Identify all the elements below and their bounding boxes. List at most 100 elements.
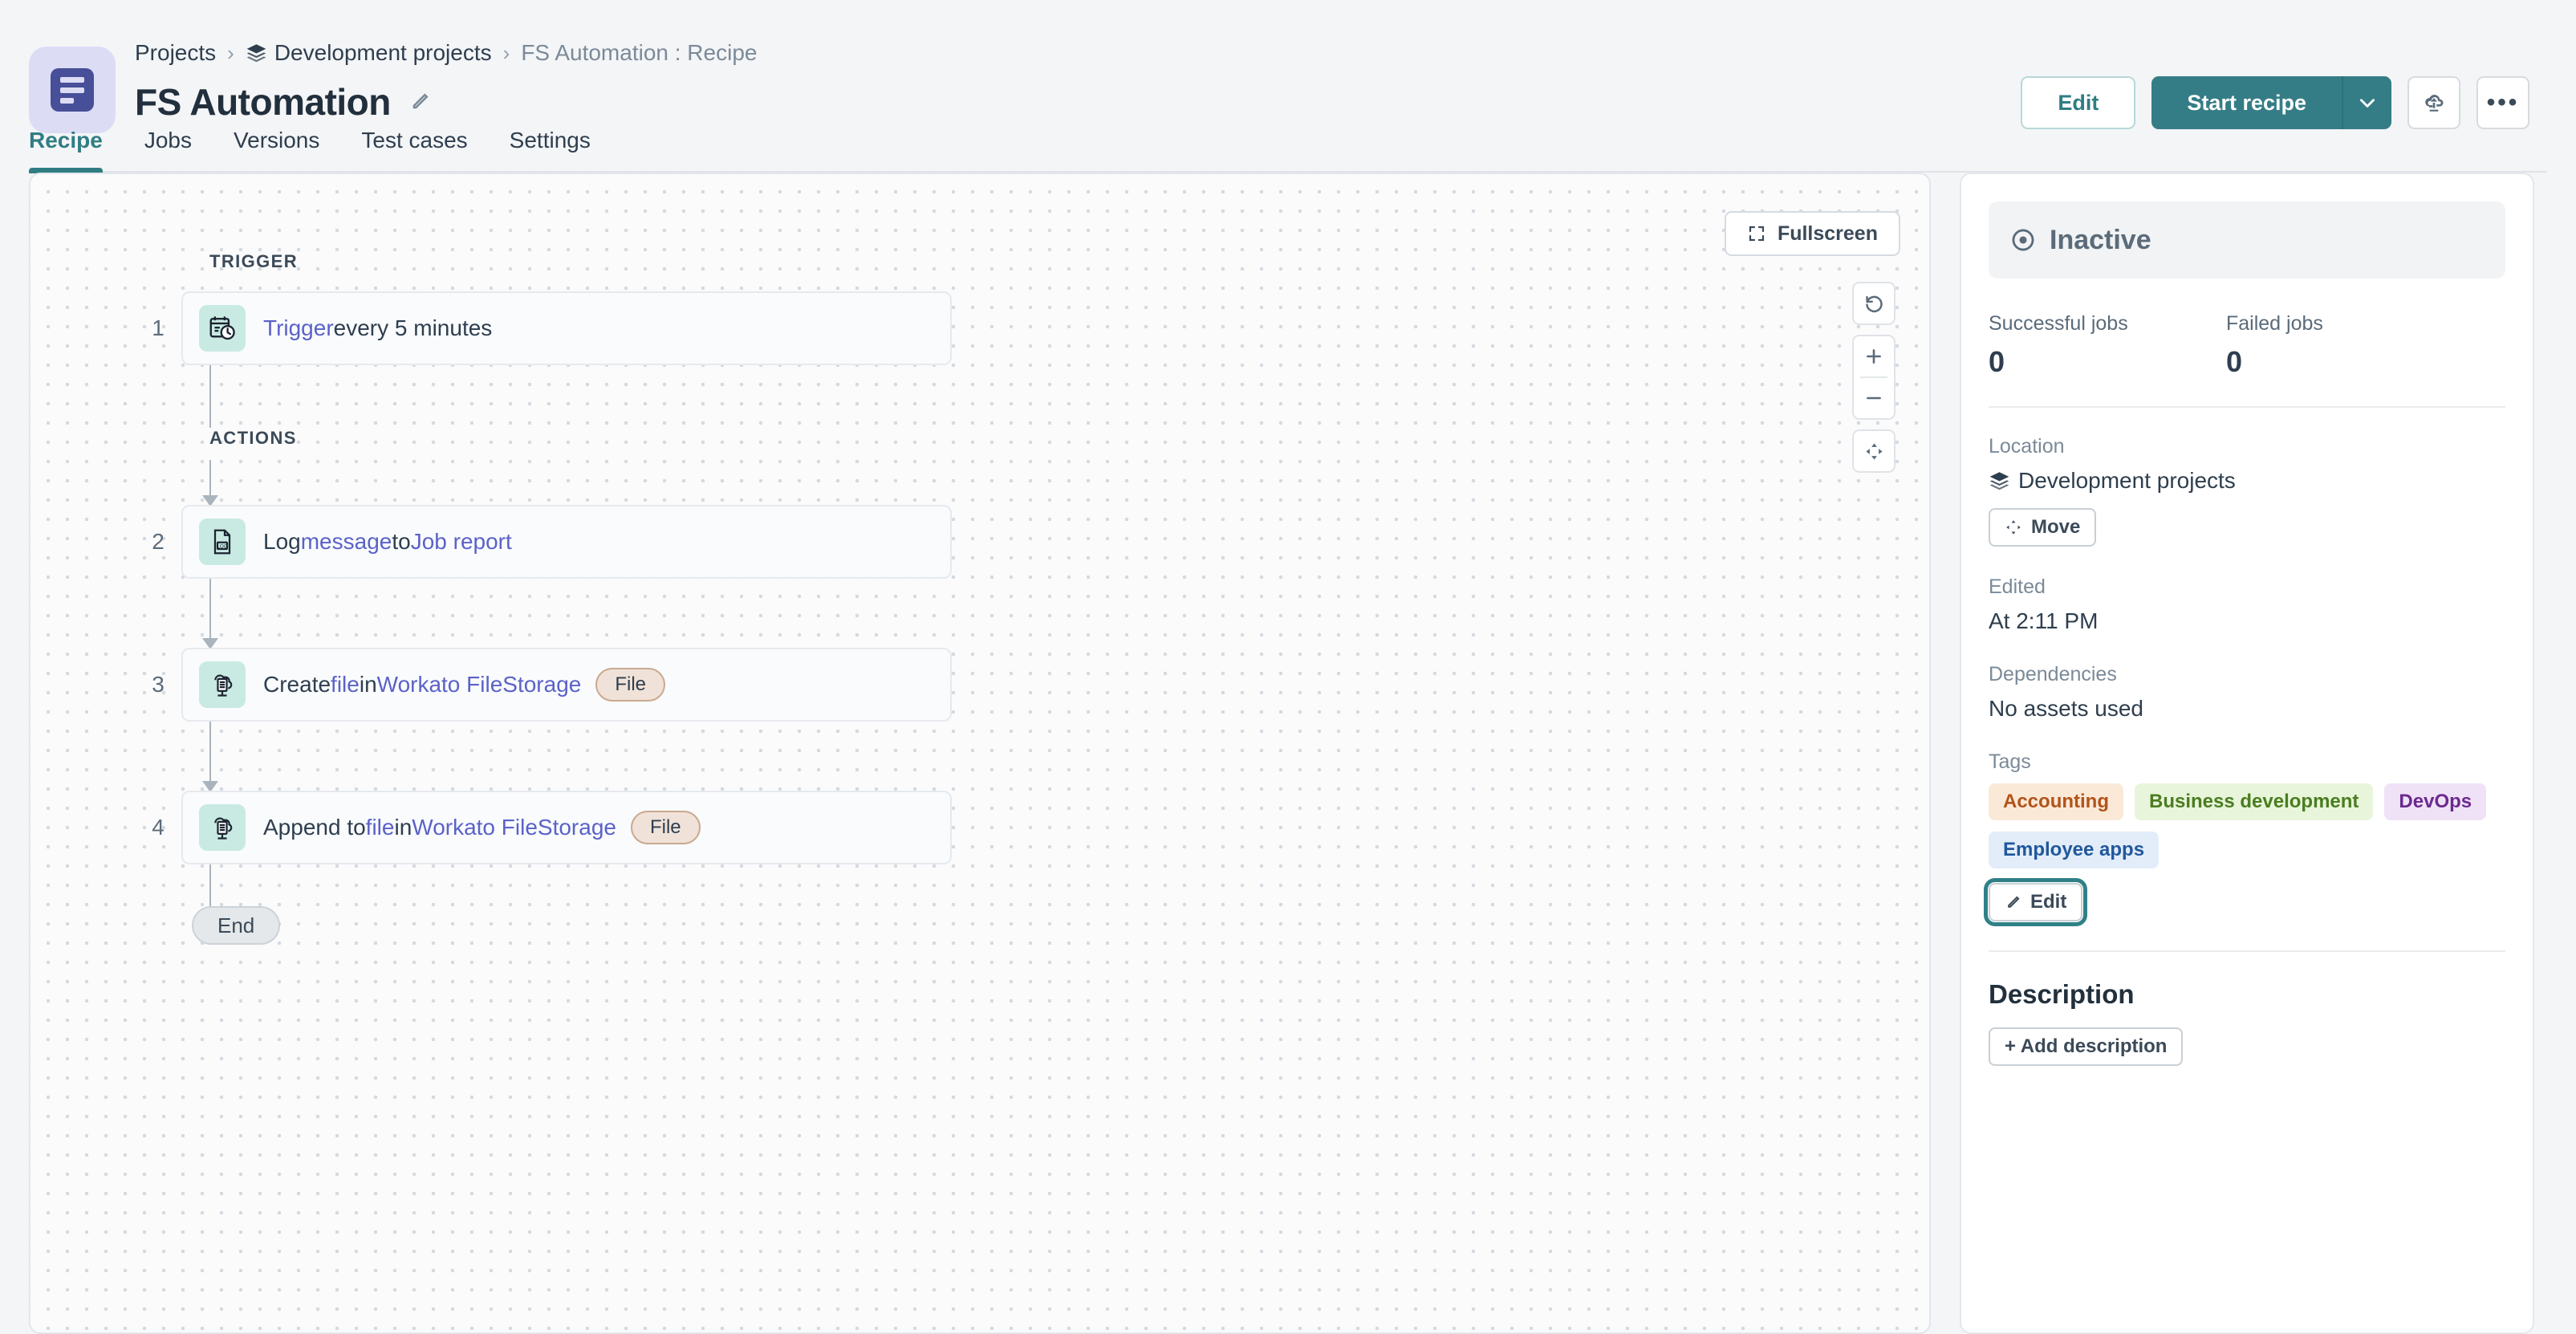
- status-circle-icon: [2012, 229, 2034, 251]
- step-card[interactable]: LOG Log message to Job report: [181, 505, 952, 579]
- field-label: Edited: [1989, 575, 2046, 598]
- canvas-controls: [1852, 282, 1895, 473]
- breadcrumb-label: Development projects: [274, 40, 492, 65]
- breadcrumb-separator: ›: [227, 40, 234, 65]
- recipe-details-panel: Inactive Successful jobs 0 Failed jobs 0…: [1960, 173, 2534, 1334]
- step-text-part[interactable]: Workato FileStorage: [412, 815, 616, 840]
- tab-jobs[interactable]: Jobs: [124, 128, 213, 171]
- reset-view-button[interactable]: [1852, 282, 1895, 325]
- status-badge: File: [630, 811, 701, 844]
- reset-icon[interactable]: [1852, 283, 1895, 323]
- field-value[interactable]: Development projects: [1989, 468, 2505, 494]
- step-text: Create file in Workato FileStorage File: [263, 668, 666, 702]
- layers-icon: [1989, 471, 2009, 490]
- filestorage-icon: [199, 804, 246, 851]
- move-label: Move: [2031, 516, 2081, 538]
- tab-label: Jobs: [144, 128, 192, 153]
- step-text-part[interactable]: Workato FileStorage: [377, 672, 582, 698]
- fit-view-button[interactable]: [1852, 429, 1895, 473]
- divider: [1989, 950, 2505, 952]
- step-text-part[interactable]: Job report: [411, 529, 512, 555]
- tab-label: Recipe: [29, 128, 103, 153]
- dependencies-field: Dependencies No assets used: [1989, 663, 2505, 722]
- end-node[interactable]: End: [192, 906, 281, 945]
- step-text: Trigger every 5 minutes: [263, 315, 492, 341]
- step-card[interactable]: Append to file in Workato FileStorage Fi…: [181, 791, 952, 864]
- step-text-part: every 5 minutes: [333, 315, 493, 340]
- start-recipe-button[interactable]: Start recipe: [2151, 76, 2342, 129]
- step-text-part: Log: [263, 529, 301, 554]
- step-card[interactable]: Trigger every 5 minutes: [181, 291, 952, 365]
- step-number: 4: [152, 815, 165, 840]
- tab-label: Settings: [509, 128, 591, 153]
- step-text-part[interactable]: file: [331, 672, 360, 698]
- step-text-part[interactable]: Trigger: [263, 315, 334, 341]
- pencil-icon[interactable]: [408, 91, 431, 113]
- tab-settings[interactable]: Settings: [489, 128, 611, 171]
- step-card[interactable]: Create file in Workato FileStorage File: [181, 648, 952, 722]
- breadcrumb-label: Projects: [135, 40, 217, 65]
- field-label: Tags: [1989, 750, 2031, 773]
- edited-value: At 2:11 PM: [1989, 608, 2099, 633]
- edited-field: Edited At 2:11 PM: [1989, 575, 2505, 634]
- tag-chip[interactable]: Business development: [2135, 783, 2374, 820]
- fullscreen-icon: [1749, 226, 1765, 242]
- tag-chip[interactable]: Employee apps: [1989, 832, 2160, 868]
- recipe-step-2[interactable]: 2 LOG Log message to Job report: [135, 505, 952, 579]
- step-text: Append to file in Workato FileStorage Fi…: [263, 811, 701, 844]
- breadcrumb-item-projects[interactable]: Projects: [135, 40, 216, 66]
- description-title: Description: [1989, 979, 2135, 1009]
- field-label: Dependencies: [1989, 663, 2117, 685]
- move-button[interactable]: Move: [1989, 508, 2097, 547]
- pencil-icon: [2008, 895, 2020, 908]
- ellipsis-icon[interactable]: •••: [2476, 76, 2529, 129]
- log-file-icon: LOG: [199, 519, 246, 565]
- edit-tags-button[interactable]: Edit: [1983, 878, 2088, 926]
- cloud-upload-icon[interactable]: [2407, 76, 2460, 129]
- step-number: 3: [152, 672, 165, 697]
- divider: [1989, 406, 2505, 408]
- recipe-step-3[interactable]: 3 Create file in Workato FileStorage Fil…: [135, 648, 952, 722]
- step-text-part[interactable]: message: [301, 529, 392, 555]
- filestorage-icon: [199, 661, 246, 708]
- status-badge: File: [595, 668, 666, 702]
- tab-label: Test cases: [361, 128, 468, 153]
- page-header: Projects › Development projects › FS Aut…: [0, 0, 2576, 173]
- zoom-controls: [1852, 335, 1895, 420]
- zoom-out-icon[interactable]: [1852, 378, 1895, 418]
- status-badge: Inactive: [1989, 201, 2505, 279]
- tab-versions[interactable]: Versions: [213, 128, 340, 171]
- edit-button[interactable]: Edit: [2021, 76, 2136, 129]
- step-number: 1: [152, 315, 165, 340]
- recipe-canvas[interactable]: Fullscreen TRIGGER 1 Trigger every 5 min…: [29, 173, 1931, 1334]
- breadcrumb-item-current: FS Automation : Recipe: [521, 40, 757, 66]
- fit-view-icon[interactable]: [1852, 431, 1895, 471]
- add-description-button[interactable]: + Add description: [1989, 1027, 2184, 1066]
- start-recipe-split-button: Start recipe: [2151, 76, 2391, 129]
- tag-chip[interactable]: Accounting: [1989, 783, 2123, 820]
- recipe-step-4[interactable]: 4 Append to file in Workato FileStorage …: [135, 791, 952, 864]
- tab-recipe[interactable]: Recipe: [29, 128, 124, 173]
- breadcrumb-separator: ›: [502, 40, 510, 65]
- breadcrumb-label: FS Automation : Recipe: [521, 40, 758, 65]
- fullscreen-button[interactable]: Fullscreen: [1724, 211, 1900, 256]
- tab-test-cases[interactable]: Test cases: [340, 128, 488, 171]
- flow-connector: [202, 579, 218, 649]
- step-text-part[interactable]: file: [366, 815, 395, 840]
- status-label: Inactive: [2050, 224, 2151, 255]
- actions-section-label: ACTIONS: [209, 428, 297, 448]
- flow-connector: [202, 460, 218, 506]
- breadcrumb-item-development-projects[interactable]: Development projects: [246, 40, 492, 66]
- tag-chip[interactable]: DevOps: [2384, 783, 2487, 820]
- zoom-in-icon[interactable]: [1852, 336, 1895, 376]
- step-text: Log message to Job report: [263, 529, 512, 555]
- dependencies-value: No assets used: [1989, 696, 2143, 721]
- chevron-down-icon[interactable]: [2342, 76, 2391, 129]
- page-title-row: FS Automation: [135, 80, 431, 124]
- stat-successful-jobs: Successful jobs 0: [1989, 312, 2226, 379]
- step-text-part: in: [359, 672, 377, 697]
- flow-connector: [202, 722, 218, 792]
- step-text-part: in: [394, 815, 412, 840]
- description-section: Description + Add description: [1989, 979, 2505, 1066]
- recipe-step-1[interactable]: 1 Trigger every 5 minutes: [135, 291, 952, 365]
